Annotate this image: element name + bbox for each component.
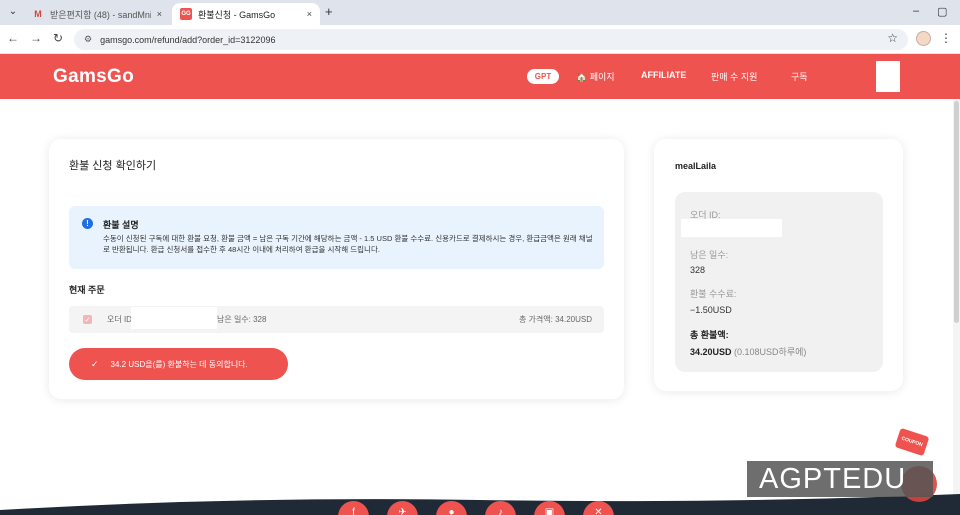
browser-toolbar: ← → ↻ ⚙ gamsgo.com/refund/add?order_id=3… [0, 25, 960, 54]
refund-fee-value: −1.50USD [690, 305, 732, 315]
info-icon: ! [82, 218, 93, 229]
tab-gmail[interactable]: M 받은편지함 (48) - sandMnimi@ × [24, 3, 170, 25]
gpt-badge[interactable]: GPT [527, 69, 559, 84]
page-scrollbar[interactable] [953, 99, 960, 515]
tab-title: 환불신청 - GamsGo [198, 9, 276, 20]
nav-subscription[interactable]: 구독 [791, 70, 808, 83]
maximize-icon[interactable]: ▢ [937, 5, 947, 18]
scrollbar-thumb[interactable] [954, 101, 959, 323]
site-header: GamsGo GPT 🏠 페이지 AFFILIATE 판매 수 지원 구독 [0, 54, 960, 99]
remaining-days-value: 328 [690, 265, 706, 275]
profile-avatar[interactable] [916, 31, 931, 46]
tab-close-icon[interactable]: × [307, 9, 312, 19]
watermark: AGPTEDU [747, 461, 933, 497]
total-refund-amount: 34.20USD [690, 347, 732, 357]
order-checkbox[interactable]: ✓ [83, 315, 92, 324]
check-icon: ✓ [91, 358, 99, 369]
user-menu-button[interactable] [876, 61, 900, 92]
per-day-amount: (0.108USD하루에) [731, 347, 807, 357]
info-text: 수동이 신청된 구독에 대한 환불 요청, 환불 금액 = 남은 구독 기간에 … [103, 234, 593, 254]
remaining-days-label: 남은 일수: [690, 250, 729, 260]
refund-summary-card: mealLaila 오더 ID: 남은 일수: 328 환불 수수료: −1.5… [654, 139, 903, 391]
gmail-favicon-icon: M [34, 9, 42, 19]
browser-menu-icon[interactable]: ⋮ [940, 31, 952, 45]
total-amount: 총 가격액: 34.20USD [518, 315, 592, 324]
order-id-label: 오더 ID [107, 315, 132, 324]
minimize-icon[interactable]: – [913, 5, 919, 17]
summary-box: 오더 ID: 남은 일수: 328 환불 수수료: −1.50USD 총 환불액… [675, 192, 883, 372]
current-order-label: 현재 주문 [69, 285, 105, 295]
refund-info-box: ! 환불 설명 수동이 신청된 구독에 대한 환불 요청, 환불 금액 = 남은… [69, 206, 604, 269]
page-title: 환불 신청 확인하기 [69, 160, 157, 172]
reload-icon[interactable]: ↻ [50, 31, 66, 45]
gamsgo-logo[interactable]: GamsGo [53, 66, 134, 88]
total-refund-label: 총 환불액: [690, 330, 729, 340]
refund-confirm-card: 환불 신청 확인하기 ! 환불 설명 수동이 신청된 구독에 대한 환불 요청,… [49, 139, 624, 399]
total-refund-value: 34.20USD (0.108USD하루에) [690, 345, 806, 358]
nav-home[interactable]: 🏠 페이지 [576, 70, 615, 83]
new-tab-button[interactable]: + [325, 4, 333, 19]
agree-refund-label: 34.2 USD을(를) 환불하는 데 동의합니다. [110, 359, 248, 369]
coupon-badge[interactable]: COUPON [894, 427, 930, 457]
url-text: gamsgo.com/refund/add?order_id=3122096 [100, 34, 276, 45]
redacted-order-id [131, 307, 217, 329]
nav-affiliate[interactable]: AFFILIATE [641, 70, 686, 80]
gamsgo-favicon-icon: GG [180, 8, 192, 20]
agree-refund-button[interactable]: ✓ 34.2 USD을(를) 환불하는 데 동의합니다. [69, 348, 288, 380]
browser-tab-bar: ⌄ M 받은편지함 (48) - sandMnimi@ × GG 환불신청 - … [0, 0, 960, 25]
forward-icon[interactable]: → [28, 31, 44, 45]
info-title: 환불 설명 [103, 220, 139, 230]
back-icon[interactable]: ← [5, 31, 21, 45]
tab-list-icon[interactable]: ⌄ [6, 5, 20, 19]
tab-title: 받은편지함 (48) - sandMnimi@ [50, 9, 151, 20]
nav-support[interactable]: 판매 수 지원 [711, 70, 757, 83]
site-settings-icon[interactable]: ⚙ [84, 34, 92, 45]
tab-close-icon[interactable]: × [157, 9, 162, 19]
refund-fee-label: 환불 수수료: [690, 289, 737, 299]
username: mealLaila [675, 161, 717, 171]
redacted-order-id [681, 219, 782, 237]
tab-refund[interactable]: GG 환불신청 - GamsGo × [172, 3, 320, 25]
address-bar[interactable]: ⚙ gamsgo.com/refund/add?order_id=3122096… [74, 29, 908, 50]
order-row[interactable]: ✓ 오더 ID 남은 일수: 328 총 가격액: 34.20USD [69, 306, 604, 333]
remaining-days: 남은 일수: 328 [217, 315, 267, 324]
bookmark-star-icon[interactable]: ☆ [887, 31, 898, 45]
